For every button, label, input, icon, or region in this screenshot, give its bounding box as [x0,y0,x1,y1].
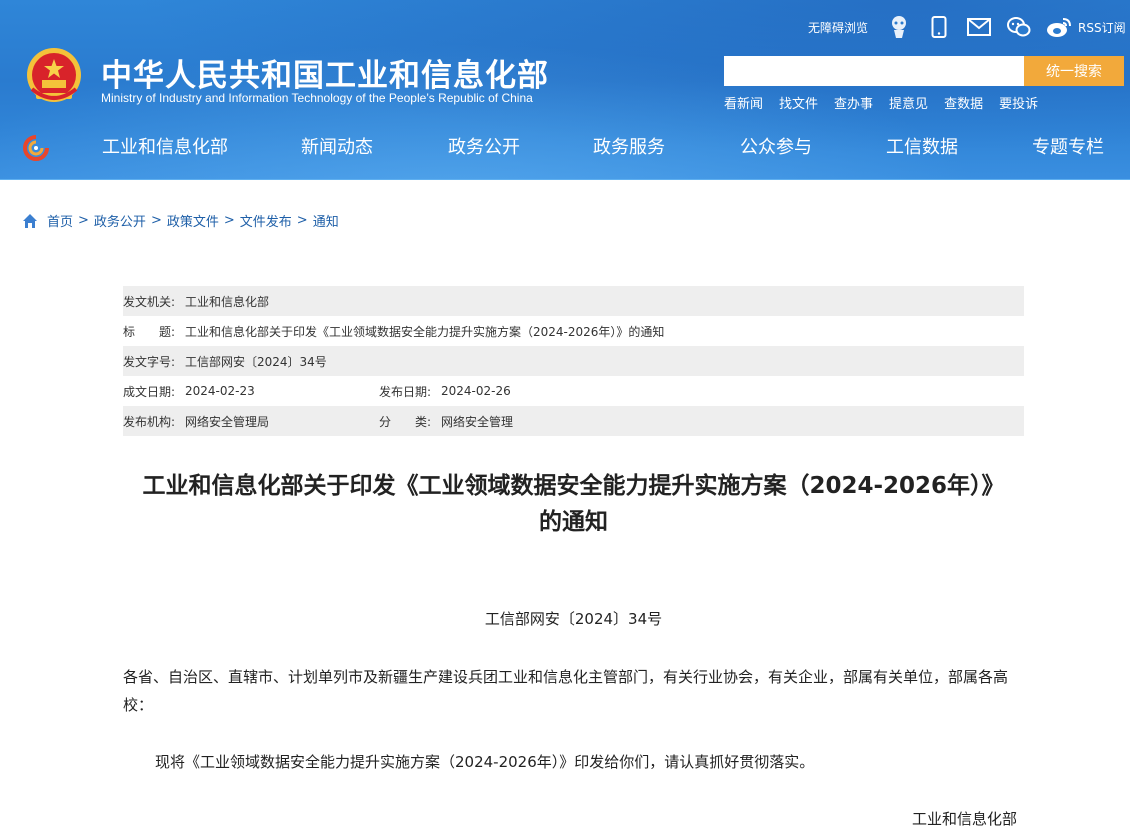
nav-item-government-services[interactable]: 政务服务 [593,133,665,159]
issuer-label: 发文机关: [123,294,176,309]
info-row-dates: 成文日期: 2024-02-23 发布日期: 2024-02-26 [123,376,1024,406]
breadcrumb-separator: > [150,213,162,228]
home-icon[interactable] [22,213,38,229]
published-date-label: 发布日期: [379,384,432,399]
article-signature: 工业和信息化部 [912,810,1018,828]
quick-links: 看新闻 找文件 查办事 提意见 查数据 要投诉 [724,93,1054,112]
nav-item-special-topics[interactable]: 专题专栏 [1032,133,1104,159]
quick-link-files[interactable]: 找文件 [779,93,818,112]
main-nav: 工业和信息化部 新闻动态 政务公开 政务服务 公众参与 工信数据 专题专栏 [0,133,1130,163]
article-doc-number: 工信部网安〔2024〕34号 [484,610,663,628]
created-date-value: 2024-02-23 [185,384,255,398]
nav-item-public-participation[interactable]: 公众参与 [740,133,812,159]
quick-link-complaint[interactable]: 要投诉 [999,93,1038,112]
article-title: 工业和信息化部关于印发《工业领域数据安全能力提升实施方案（2024-2026年）… [123,468,1024,540]
breadcrumb-government-affairs[interactable]: 政务公开 [94,211,146,230]
info-row-title: 标 题: 工业和信息化部关于印发《工业领域数据安全能力提升实施方案（2024-2… [123,316,1024,346]
search-button[interactable]: 统一搜索 [1024,56,1124,86]
category-value: 网络安全管理 [441,414,514,429]
created-date-label: 成文日期: [123,384,176,399]
rss-link[interactable]: RSS订阅 [1078,19,1126,36]
breadcrumb-separator: > [223,213,235,228]
site-title-english: Ministry of Industry and Information Tec… [101,91,533,105]
top-utility-links: 无障碍浏览 RSS订阅 [808,14,1126,40]
quick-link-data[interactable]: 查数据 [944,93,983,112]
org-value: 网络安全管理局 [185,414,270,429]
mail-icon[interactable] [966,14,992,40]
breadcrumb-document-release[interactable]: 文件发布 [240,211,292,230]
site-header: 中华人民共和国工业和信息化部 Ministry of Industry and … [0,0,1130,180]
quick-link-feedback[interactable]: 提意见 [889,93,928,112]
nav-item-ministry[interactable]: 工业和信息化部 [102,133,228,159]
org-label: 发布机构: [123,414,176,429]
article-paragraph-recipients: 各省、自治区、直辖市、计划单列市及新疆生产建设兵团工业和信息化主管部门，有关行业… [123,668,1009,714]
site-title[interactable]: 中华人民共和国工业和信息化部 [101,50,549,95]
issuer-value: 工业和信息化部 [185,294,270,309]
breadcrumb-separator: > [296,213,308,228]
breadcrumb-separator: > [78,213,89,228]
title-label: 标 题: [123,324,176,339]
breadcrumb-notice[interactable]: 通知 [313,211,339,230]
published-date-value: 2024-02-26 [441,384,511,398]
national-emblem-icon[interactable] [22,45,86,109]
category-label: 分 类: [379,414,432,429]
article-title-line-1: 工业和信息化部关于印发《工业领域数据安全能力提升实施方案（2024-2026年）… [142,473,1005,499]
accessibility-link[interactable]: 无障碍浏览 [808,19,868,36]
header-divider [0,179,1130,180]
nav-item-government-affairs[interactable]: 政务公开 [448,133,520,159]
quick-link-news[interactable]: 看新闻 [724,93,763,112]
wechat-icon[interactable] [1006,14,1032,40]
quick-link-services[interactable]: 查办事 [834,93,873,112]
info-row-issuer: 发文机关: 工业和信息化部 [123,286,1024,316]
article-paragraph-body: 现将《工业领域数据安全能力提升实施方案（2024-2026年）》印发给你们，请认… [155,753,815,771]
mobile-icon[interactable] [926,14,952,40]
robot-icon[interactable] [886,14,912,40]
breadcrumb-home[interactable]: 首页 [47,211,73,230]
title-value: 工业和信息化部关于印发《工业领域数据安全能力提升实施方案（2024-2026年）… [185,324,665,339]
article-title-line-2: 的通知 [539,509,608,535]
info-row-docno: 发文字号: 工信部网安〔2024〕34号 [123,346,1024,376]
breadcrumb: 首页 > 政务公开 > 政策文件 > 文件发布 > 通知 [22,211,339,230]
docno-value: 工信部网安〔2024〕34号 [185,354,327,369]
nav-item-news[interactable]: 新闻动态 [301,133,373,159]
weibo-icon[interactable] [1046,14,1072,40]
search-input[interactable] [724,56,1024,86]
nav-item-data[interactable]: 工信数据 [886,133,958,159]
info-row-org: 发布机构: 网络安全管理局 分 类: 网络安全管理 [123,406,1024,436]
document-info-table: 发文机关: 工业和信息化部 标 题: 工业和信息化部关于印发《工业领域数据安全能… [123,286,1024,436]
docno-label: 发文字号: [123,354,176,369]
breadcrumb-policy-documents[interactable]: 政策文件 [167,211,219,230]
